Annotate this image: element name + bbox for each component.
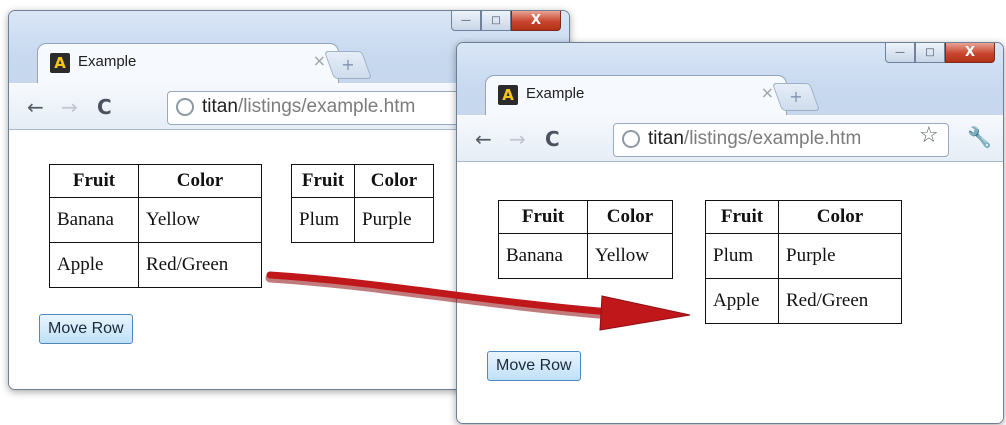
move-arrow xyxy=(265,271,691,331)
